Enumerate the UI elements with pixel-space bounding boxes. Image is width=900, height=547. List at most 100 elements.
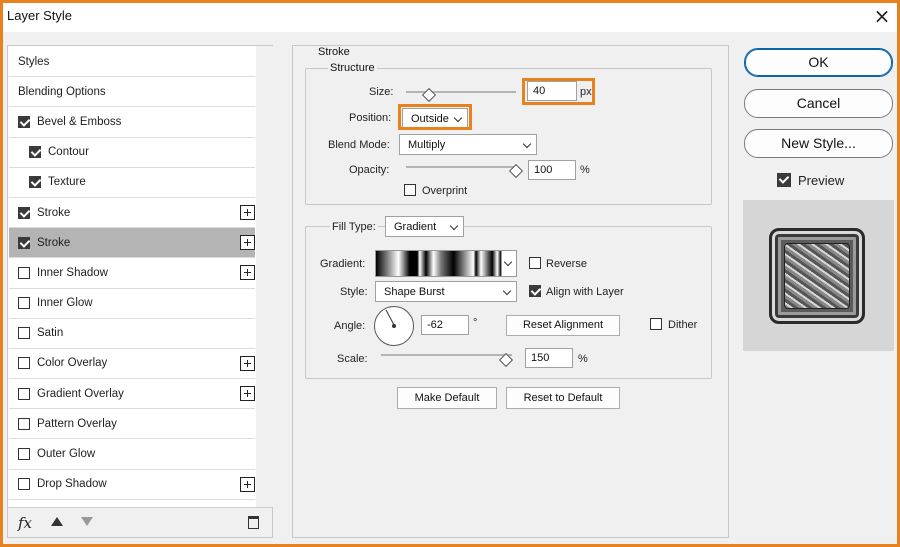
make-default-button[interactable]: Make Default	[397, 387, 497, 409]
angle-dial[interactable]	[374, 306, 414, 346]
style-checkbox[interactable]	[29, 146, 41, 159]
opacity-slider-track[interactable]	[406, 166, 516, 168]
style-row[interactable]: Inner Shadow	[9, 258, 255, 289]
style-row[interactable]: Texture	[9, 168, 255, 198]
style-row[interactable]: Stroke	[9, 228, 255, 259]
style-row-label: Inner Glow	[37, 297, 93, 310]
reverse-checkbox[interactable]	[529, 257, 541, 269]
style-checkbox[interactable]	[18, 236, 30, 249]
add-effect-icon[interactable]	[240, 476, 255, 492]
style-checkbox[interactable]	[18, 266, 30, 279]
move-down-icon[interactable]	[81, 517, 93, 526]
angle-label: Angle:	[334, 320, 366, 332]
style-checkbox[interactable]	[18, 327, 30, 340]
close-icon[interactable]: ×	[871, 5, 893, 27]
dither-checkbox[interactable]	[650, 318, 662, 330]
style-checkbox[interactable]	[18, 297, 30, 310]
new-style-button[interactable]: New Style...	[744, 129, 893, 158]
preview-label: Preview	[798, 173, 845, 188]
style-row[interactable]: Styles	[9, 47, 255, 78]
chevron-down-icon	[503, 257, 513, 267]
chevron-down-icon	[502, 286, 512, 296]
style-row[interactable]: Bevel & Emboss	[9, 107, 255, 138]
align-with-layer-checkbox[interactable]	[529, 285, 541, 297]
title-bar: Layer Style ×	[3, 3, 897, 32]
add-effect-icon[interactable]	[240, 355, 255, 371]
style-checkbox[interactable]	[18, 478, 30, 491]
style-dropdown[interactable]: Shape Burst	[375, 281, 517, 302]
preview-checkbox[interactable]	[777, 173, 791, 187]
scale-unit: %	[578, 353, 588, 365]
position-label: Position:	[349, 112, 392, 124]
gradient-swatch[interactable]	[375, 250, 502, 277]
style-checkbox[interactable]	[18, 387, 30, 400]
add-effect-icon[interactable]	[240, 265, 255, 281]
style-row-label: Stroke	[37, 206, 71, 219]
preview-texture	[784, 243, 850, 309]
blend-mode-dropdown[interactable]: Multiply	[399, 134, 537, 155]
style-row-label: Texture	[48, 176, 86, 189]
style-row[interactable]: Stroke	[9, 198, 255, 229]
ok-button[interactable]: OK	[744, 48, 893, 77]
structure-title: Structure	[328, 62, 377, 74]
fill-type-dropdown[interactable]: Gradient	[385, 216, 464, 237]
add-effect-icon[interactable]	[240, 386, 255, 402]
align-with-layer-label: Align with Layer	[546, 286, 624, 298]
gradient-picker-button[interactable]	[502, 250, 517, 277]
reset-to-default-button[interactable]: Reset to Default	[506, 387, 620, 409]
style-row[interactable]: Satin	[9, 319, 255, 349]
scale-label: Scale:	[337, 353, 368, 365]
style-row-label: Gradient Overlay	[37, 387, 124, 400]
style-row-label: Outer Glow	[37, 448, 96, 461]
style-row[interactable]: Contour	[9, 138, 255, 168]
style-row[interactable]: Color Overlay	[9, 349, 255, 380]
cancel-button[interactable]: Cancel	[744, 89, 893, 118]
dither-label: Dither	[668, 319, 698, 331]
scale-input[interactable]: 150	[525, 348, 573, 368]
preview-tile	[769, 228, 865, 324]
style-row[interactable]: Blending Options	[9, 77, 255, 108]
style-checkbox[interactable]	[18, 357, 30, 370]
fill-type-value: Gradient	[394, 221, 437, 233]
style-row-label: Pattern Overlay	[37, 417, 117, 430]
add-effect-icon[interactable]	[240, 204, 255, 220]
overprint-label: Overprint	[422, 185, 468, 197]
fill-type-label: Fill Type:	[330, 221, 378, 233]
style-row[interactable]: Outer Glow	[9, 439, 255, 470]
window-title: Layer Style	[7, 8, 73, 23]
style-checkbox[interactable]	[18, 115, 30, 128]
style-row-label: Styles	[18, 55, 50, 68]
preview-thumbnail	[743, 200, 894, 351]
fx-icon[interactable]: fx	[18, 514, 32, 532]
angle-center-dot	[392, 324, 396, 328]
style-row-label: Stroke	[37, 236, 71, 249]
overprint-checkbox[interactable]	[404, 184, 416, 196]
angle-input[interactable]: -62	[421, 315, 469, 335]
style-row-label: Drop Shadow	[37, 478, 107, 491]
style-row-label: Color Overlay	[37, 357, 108, 370]
style-row-label: Bevel & Emboss	[37, 115, 122, 128]
style-row[interactable]: Inner Glow	[9, 289, 255, 319]
style-checkbox[interactable]	[18, 448, 30, 461]
move-up-icon[interactable]	[51, 517, 63, 526]
style-row-label: Contour	[48, 146, 89, 159]
opacity-input[interactable]: 100	[528, 160, 576, 180]
reset-alignment-button[interactable]: Reset Alignment	[506, 315, 620, 336]
reverse-label: Reverse	[546, 258, 587, 270]
size-highlight	[522, 78, 595, 105]
style-row[interactable]: Drop Shadow	[9, 470, 255, 500]
add-effect-icon[interactable]	[240, 235, 255, 251]
style-checkbox[interactable]	[18, 206, 30, 219]
style-value: Shape Burst	[384, 286, 445, 298]
chevron-down-icon	[522, 139, 532, 149]
scale-slider-track[interactable]	[381, 354, 512, 356]
trash-icon[interactable]	[248, 516, 259, 529]
style-checkbox[interactable]	[29, 176, 41, 189]
style-row-label: Inner Shadow	[37, 266, 108, 279]
styles-scrollbar[interactable]	[256, 46, 273, 507]
gradient-label: Gradient:	[320, 258, 366, 270]
styles-list: Styles Blending Options Bevel & Emboss Cont…	[9, 47, 255, 500]
style-checkbox[interactable]	[18, 417, 30, 430]
style-row[interactable]: Gradient Overlay	[9, 379, 255, 410]
style-row[interactable]: Pattern Overlay	[9, 409, 255, 440]
